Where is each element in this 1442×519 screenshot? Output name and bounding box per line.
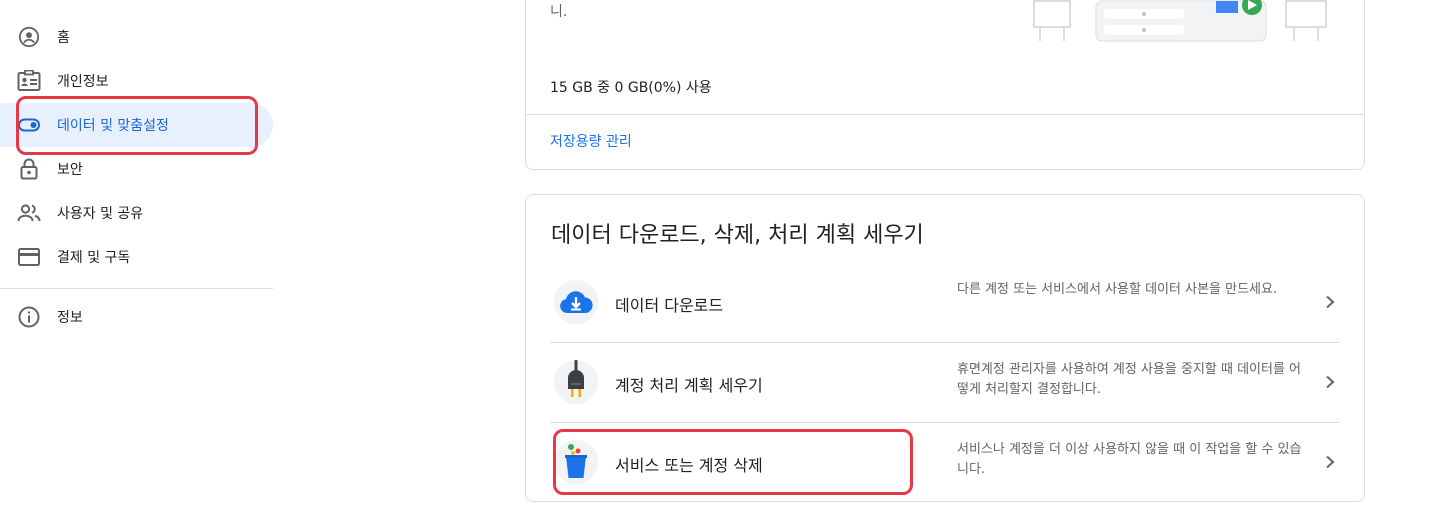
download-data-row[interactable]: 데이터 다운로드 다른 계정 또는 서비스에서 사용할 데이터 사본을 만드세요… (550, 262, 1340, 342)
sidebar-item-label: 사용자 및 공유 (57, 206, 144, 222)
lock-icon (17, 157, 41, 181)
account-circle-icon (17, 25, 41, 49)
plug-icon (554, 360, 598, 404)
section-title: 데이터 다운로드, 삭제, 처리 계획 세우기 (551, 223, 924, 248)
row-description: 휴면계정 관리자를 사용하여 계정 사용을 중지할 때 데이터를 어떻게 처리할… (957, 362, 1302, 397)
cloud-download-icon (554, 280, 598, 324)
sidebar-item-about[interactable]: 정보 (0, 295, 273, 339)
sidebar-item-payments[interactable]: 결제 및 구독 (0, 235, 273, 279)
delete-service-account-row[interactable]: 서비스 또는 계정 삭제 서비스나 계정을 더 이상 사용하지 않을 때 이 작… (550, 422, 1340, 502)
card-divider (526, 114, 1364, 115)
sidebar-item-label: 결제 및 구독 (57, 250, 131, 266)
row-description: 다른 계정 또는 서비스에서 사용할 데이터 사본을 만드세요. (957, 282, 1278, 297)
chevron-right-icon (1320, 452, 1340, 472)
data-management-card: 데이터 다운로드, 삭제, 처리 계획 세우기 데이터 다운로드 다른 계정 또… (525, 194, 1365, 502)
row-title: 계정 처리 계획 세우기 (615, 376, 763, 395)
storage-card: 니. 15 GB 중 0 GB(0%) 사용 저장용량 관리 (525, 0, 1365, 170)
storage-description-tail: 니. (550, 4, 568, 20)
row-title: 데이터 다운로드 (615, 296, 724, 315)
sidebar-item-people-sharing[interactable]: 사용자 및 공유 (0, 191, 273, 235)
people-icon (17, 201, 41, 225)
sidebar-item-label: 개인정보 (57, 74, 109, 90)
manage-storage-link[interactable]: 저장용량 관리 (550, 131, 632, 151)
sidebar-item-data-personalization[interactable]: 데이터 및 맞춤설정 (0, 103, 273, 147)
row-description: 서비스나 계정을 더 이상 사용하지 않을 때 이 작업을 할 수 있습니다. (957, 442, 1302, 477)
sidebar-item-security[interactable]: 보안 (0, 147, 273, 191)
plan-legacy-row[interactable]: 계정 처리 계획 세우기 휴면계정 관리자를 사용하여 계정 사용을 중지할 때… (550, 342, 1340, 422)
credit-card-icon (17, 245, 41, 269)
sidebar-item-label: 보안 (57, 162, 83, 178)
chevron-right-icon (1320, 292, 1340, 312)
storage-usage-text: 15 GB 중 0 GB(0%) 사용 (550, 80, 712, 96)
sidebar-divider (0, 288, 273, 289)
trash-bin-icon (554, 440, 598, 484)
sidebar-item-label: 데이터 및 맞춤설정 (57, 118, 169, 134)
id-card-icon (17, 69, 41, 93)
sidebar-item-label: 홈 (57, 30, 70, 46)
row-title: 서비스 또는 계정 삭제 (615, 456, 763, 475)
storage-illustration (1033, 0, 1327, 42)
toggle-icon (17, 113, 41, 137)
sidebar-item-personal-info[interactable]: 개인정보 (0, 59, 273, 103)
chevron-right-icon (1320, 372, 1340, 392)
sidebar-nav: 홈 개인정보 데이터 및 맞춤설정 보안 사용자 및 공유 결제 및 구독 정보 (0, 0, 273, 519)
info-icon (17, 305, 41, 329)
sidebar-item-home[interactable]: 홈 (0, 15, 273, 59)
sidebar-item-label: 정보 (57, 310, 83, 326)
